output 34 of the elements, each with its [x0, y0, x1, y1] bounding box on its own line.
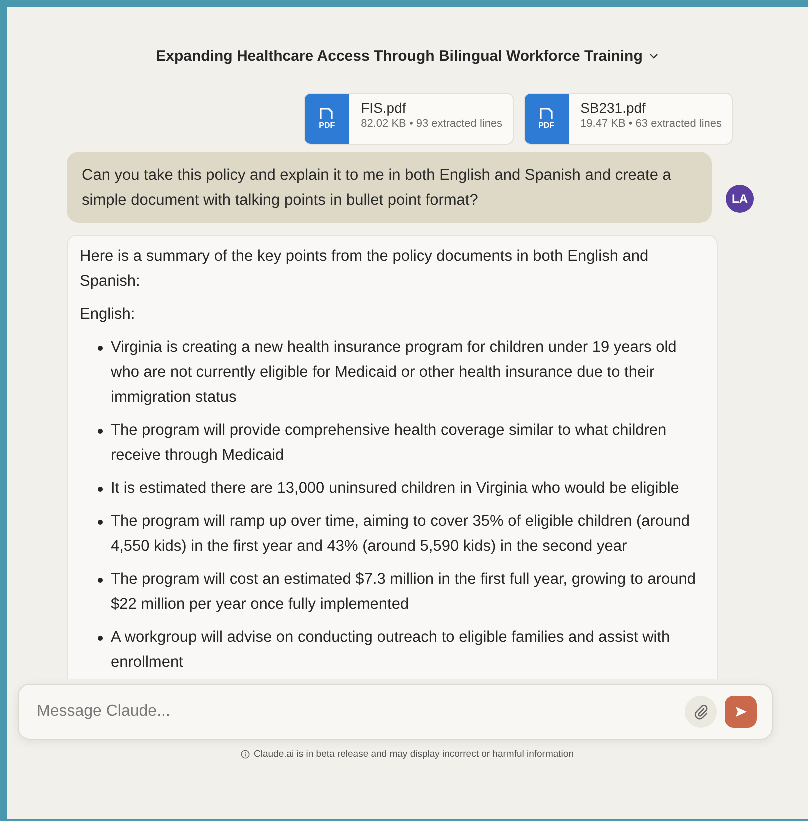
- intro-text: Here is a summary of the key points from the policy documents in both English and Spanish:: [80, 247, 650, 292]
- message-input[interactable]: Message Claude...: [35, 702, 685, 722]
- bullet-icon: [98, 346, 103, 351]
- composer-panel[interactable]: Message Claude...: [18, 684, 773, 740]
- file-name: SB231.pdf: [580, 100, 647, 116]
- file-attachment[interactable]: PDF FIS.pdf 82.02 KB • 93 extracted lines: [304, 93, 514, 145]
- bullet-icon: [98, 578, 103, 583]
- bullet-text: It is estimated there are 13,000 uninsured children in Virginia who would be eligible: [111, 479, 680, 499]
- file-details: 82.02 KB • 93 extracted lines: [361, 118, 503, 130]
- user-message: Can you take this policy and explain it to me in both English and Spanish and create a simple document with talking points in bullet point format?: [67, 152, 712, 223]
- bullet-text: A workgroup will advise on conducting outreach to eligible families and assist with enrollment: [111, 628, 672, 673]
- file-name: FIS.pdf: [361, 100, 408, 116]
- info-icon: [241, 750, 250, 759]
- bullet-icon: [98, 487, 103, 492]
- disclaimer-text: Claude.ai is in beta release and may display incorrect or harmful information: [254, 749, 574, 760]
- paperclip-icon: [693, 704, 709, 720]
- section-heading: English:: [80, 305, 136, 325]
- pdf-file-icon: PDF: [524, 94, 569, 144]
- send-arrow-icon: [734, 705, 748, 719]
- bullet-icon: [98, 429, 103, 434]
- chevron-down-icon[interactable]: [648, 52, 659, 60]
- bullet-text: The program will provide comprehensive health coverage similar to what children receive through Medicaid: [111, 421, 668, 466]
- bullet-icon: [98, 636, 103, 641]
- user-avatar: LA: [726, 185, 754, 213]
- bullet-text: The program will ramp up over time, aiming to cover 35% of eligible children (around 4,550 kids) in the first year and 43% (around 5,590 kids) in the second year: [111, 512, 691, 557]
- bullet-text: The program will cost an estimated $7.3 million in the first full year, growing to around $22 million per year once fully implemented: [111, 570, 697, 615]
- attach-button[interactable]: [685, 696, 717, 728]
- file-attachment[interactable]: PDF SB231.pdf 19.47 KB • 63 extracted lines: [524, 93, 733, 145]
- bullet-icon: [98, 520, 103, 525]
- pdf-file-icon: PDF: [305, 94, 350, 144]
- send-button[interactable]: [725, 696, 757, 728]
- bullet-text: Virginia is creating a new health insurance program for children under 19 years old who are not currently eligible for Medicaid or other health insurance due to their immigration status: [111, 338, 678, 408]
- conversation-title: Expanding Healthcare Access Through Bilingual Workforce Training: [156, 48, 643, 64]
- file-details: 19.47 KB • 63 extracted lines: [580, 118, 722, 130]
